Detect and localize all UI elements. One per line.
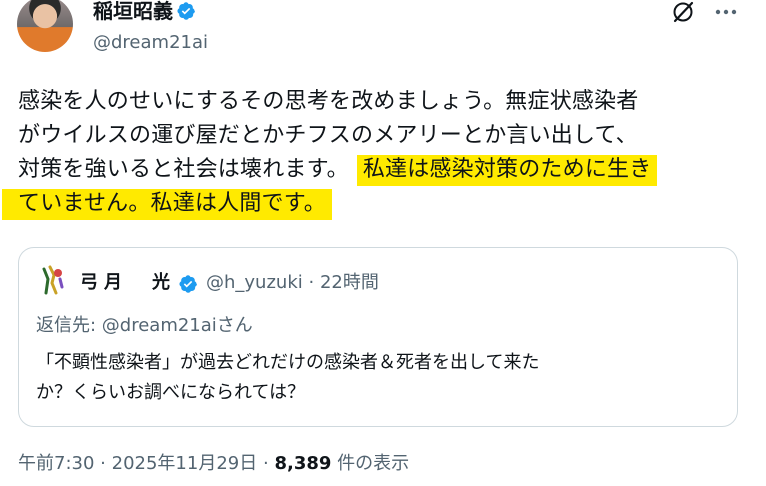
tweet-line-3: 対策を強いると社会は壊れます。 私達は感染対策のために生き: [18, 153, 758, 187]
quote-verified-badge-icon: [179, 275, 197, 293]
more-icon[interactable]: [712, 2, 740, 22]
author-avatar[interactable]: [17, 0, 73, 52]
quote-reply-to: 返信先: @dream21aiさん: [36, 315, 253, 336]
quote-text: 「不顕性感染者」が過去どれだけの感染者＆死者を出して来た か？くらいお調べになら…: [36, 348, 716, 408]
post-date[interactable]: 2025年11月29日: [112, 453, 258, 474]
quote-line-2: か？くらいお調べになられては？: [36, 382, 306, 403]
quote-line-1: 「不顕性感染者」が過去どれだけの感染者＆死者を出して来た: [36, 352, 540, 373]
tweet-highlight-1: 私達は感染対策のために生き: [356, 155, 658, 186]
quote-author-avatar[interactable]: [36, 265, 68, 297]
quote-author-handle[interactable]: @h_yuzuki: [206, 272, 303, 293]
quote-meta: @h_yuzuki · 22時間: [206, 271, 379, 295]
tweet-footer: 午前7:30 · 2025年11月29日 · 8,389 件の表示: [18, 452, 409, 476]
footer-separator-2: ·: [262, 453, 269, 474]
author-name[interactable]: 稲垣昭義: [93, 0, 173, 23]
post-time[interactable]: 午前7:30: [18, 453, 94, 474]
tweet-text: 感染を人のせいにするその思考を改めましょう。無症状感染者 がウイルスの運び屋だと…: [2, 85, 758, 221]
quote-meta-separator: ·: [308, 272, 315, 293]
grok-icon[interactable]: [671, 0, 695, 24]
view-count: 8,389: [274, 453, 332, 474]
tweet-line-3-plain: 対策を強いると社会は壊れます。: [18, 157, 349, 182]
tweet-line-4: ていません。私達は人間です。: [2, 187, 758, 221]
quote-author-name[interactable]: 弓月 光: [80, 271, 176, 295]
author-name-row[interactable]: 稲垣昭義: [93, 0, 196, 24]
verified-badge-icon: [177, 2, 195, 20]
quote-timestamp[interactable]: 22時間: [320, 272, 379, 293]
author-handle[interactable]: @dream21ai: [93, 31, 208, 55]
tweet-line-1: 感染を人のせいにするその思考を改めましょう。無症状感染者: [18, 89, 639, 114]
footer-separator: ·: [100, 453, 106, 474]
tweet-line-2: がウイルスの運び屋だとかチフスのメアリーとか言い出して、: [18, 123, 638, 148]
tweet-highlight-2: ていません。私達は人間です。: [2, 189, 332, 220]
view-count-label: 件の表示: [337, 453, 410, 474]
